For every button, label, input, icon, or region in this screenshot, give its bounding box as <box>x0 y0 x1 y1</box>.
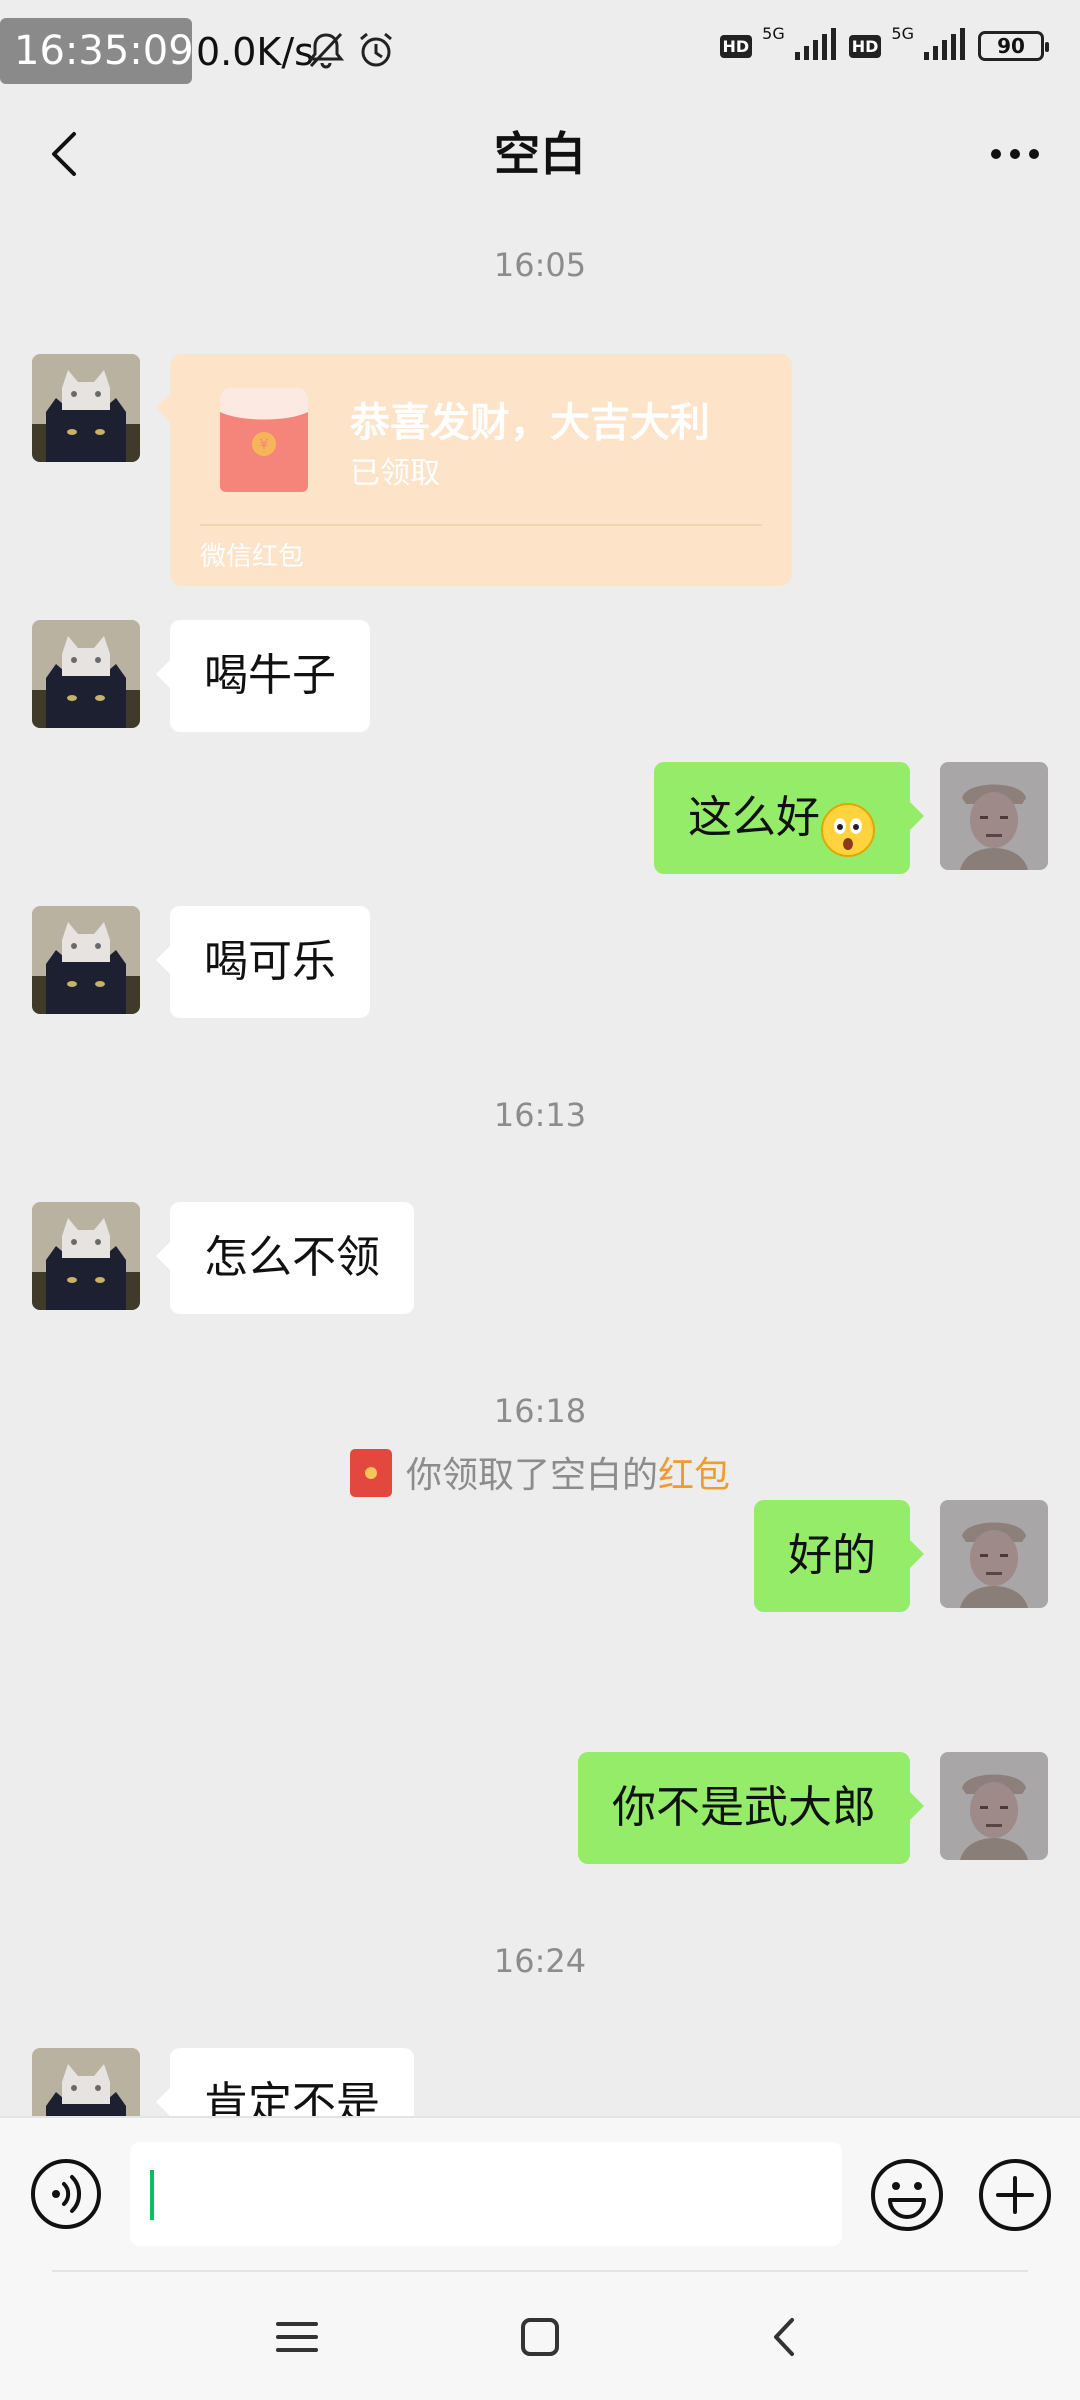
nav-divider <box>52 2270 1028 2272</box>
network-type-2: 5G <box>891 24 914 43</box>
surprised-emoji-icon <box>820 788 876 857</box>
avatar-cat[interactable] <box>32 620 140 728</box>
more-functions-button[interactable] <box>978 2158 1052 2232</box>
red-packet-title: 恭喜发财，大吉大利 <box>350 400 710 446</box>
avatar-cat[interactable] <box>32 2048 140 2116</box>
signal-icon-2 <box>924 28 968 64</box>
home-icon <box>521 2318 559 2356</box>
network-speed: 0.0K/s <box>196 30 314 74</box>
red-packet-small-icon <box>349 1449 392 1497</box>
status-time: 16:35:09 <box>0 18 194 84</box>
text-caret <box>150 2170 154 2220</box>
soldier-avatar-image <box>940 1500 1048 1608</box>
outgoing-message[interactable]: 你不是武大郎 <box>578 1752 924 1864</box>
incoming-message[interactable]: 喝可乐 <box>156 906 370 1018</box>
incoming-message[interactable]: 怎么不领 <box>156 1202 414 1314</box>
svg-text:¥: ¥ <box>260 437 269 453</box>
emoji-button[interactable] <box>870 2158 944 2232</box>
back-icon <box>774 2318 794 2356</box>
red-packet-icon: ¥ <box>220 388 308 492</box>
avatar-cat[interactable] <box>32 906 140 1014</box>
input-bar <box>0 2116 1080 2270</box>
network-type: 5G <box>762 24 785 43</box>
alarm-icon <box>356 30 396 74</box>
chat-title: 空白 <box>494 127 586 181</box>
signal-icon <box>794 28 839 64</box>
soldier-avatar-image <box>940 762 1048 870</box>
timestamp: 16:18 <box>493 1392 587 1430</box>
home-nav-button[interactable] <box>515 2312 565 2362</box>
soldier-avatar-image <box>940 1752 1048 1860</box>
timestamp: 16:13 <box>493 1096 587 1134</box>
battery-icon: 90 <box>978 31 1049 61</box>
timestamp: 16:05 <box>493 246 587 284</box>
red-packet-link[interactable]: 红包 <box>658 1455 730 1496</box>
cat-avatar-image <box>32 1202 140 1310</box>
more-dots-icon <box>991 149 1039 159</box>
chat-header: 空白 <box>0 100 1080 208</box>
avatar-cat[interactable] <box>32 1202 140 1310</box>
menu-nav-button[interactable] <box>272 2312 322 2362</box>
voice-icon <box>31 2159 101 2229</box>
red-packet-message[interactable]: ¥ 恭喜发财，大吉大利 已领取 微信红包 <box>156 354 792 586</box>
timestamp: 16:24 <box>493 1942 587 1980</box>
cat-avatar-image <box>32 906 140 1014</box>
outgoing-message[interactable]: 这么好 <box>654 762 924 874</box>
incoming-message[interactable]: 肯定不是 <box>156 2048 414 2116</box>
avatar-self[interactable] <box>940 762 1048 870</box>
red-packet-footer: 微信红包 <box>200 542 305 572</box>
bell-off-icon <box>306 30 346 74</box>
red-packet-status: 已领取 <box>350 456 440 491</box>
cat-avatar-image <box>32 620 140 728</box>
system-notice-text: 你领取了空白的 <box>405 1455 658 1496</box>
voice-button[interactable] <box>30 2158 102 2230</box>
cat-avatar-image <box>32 2048 140 2116</box>
status-bar: 16:35:09 0.0K/s HD 5G HD 5G 90 <box>0 0 1080 100</box>
incoming-message[interactable]: 喝牛子 <box>156 620 370 732</box>
message-text: 这么好 <box>688 792 820 843</box>
menu-icon <box>276 2322 318 2352</box>
outgoing-message[interactable]: 好的 <box>754 1500 924 1612</box>
hd-badge: HD <box>719 34 753 58</box>
more-button[interactable] <box>980 124 1050 184</box>
plus-icon <box>979 2159 1051 2231</box>
message-list[interactable]: 16:05 ¥ 恭喜发财，大吉大利 已领取 微信红包 喝牛子 这么好 喝可乐 1… <box>0 208 1080 2116</box>
cat-avatar-image <box>32 354 140 462</box>
status-right-group: HD 5G HD 5G 90 <box>719 24 1049 64</box>
avatar-cat[interactable] <box>32 354 140 462</box>
avatar-self[interactable] <box>940 1752 1048 1860</box>
system-nav-bar <box>0 2270 1080 2400</box>
message-input[interactable] <box>130 2142 842 2246</box>
hd-badge-2: HD <box>848 34 882 58</box>
red-packet-divider <box>200 524 762 526</box>
back-nav-button[interactable] <box>760 2312 810 2362</box>
system-notice: 你领取了空白的红包 <box>0 1448 1080 1504</box>
avatar-self[interactable] <box>940 1500 1048 1608</box>
emoji-icon <box>871 2159 943 2231</box>
